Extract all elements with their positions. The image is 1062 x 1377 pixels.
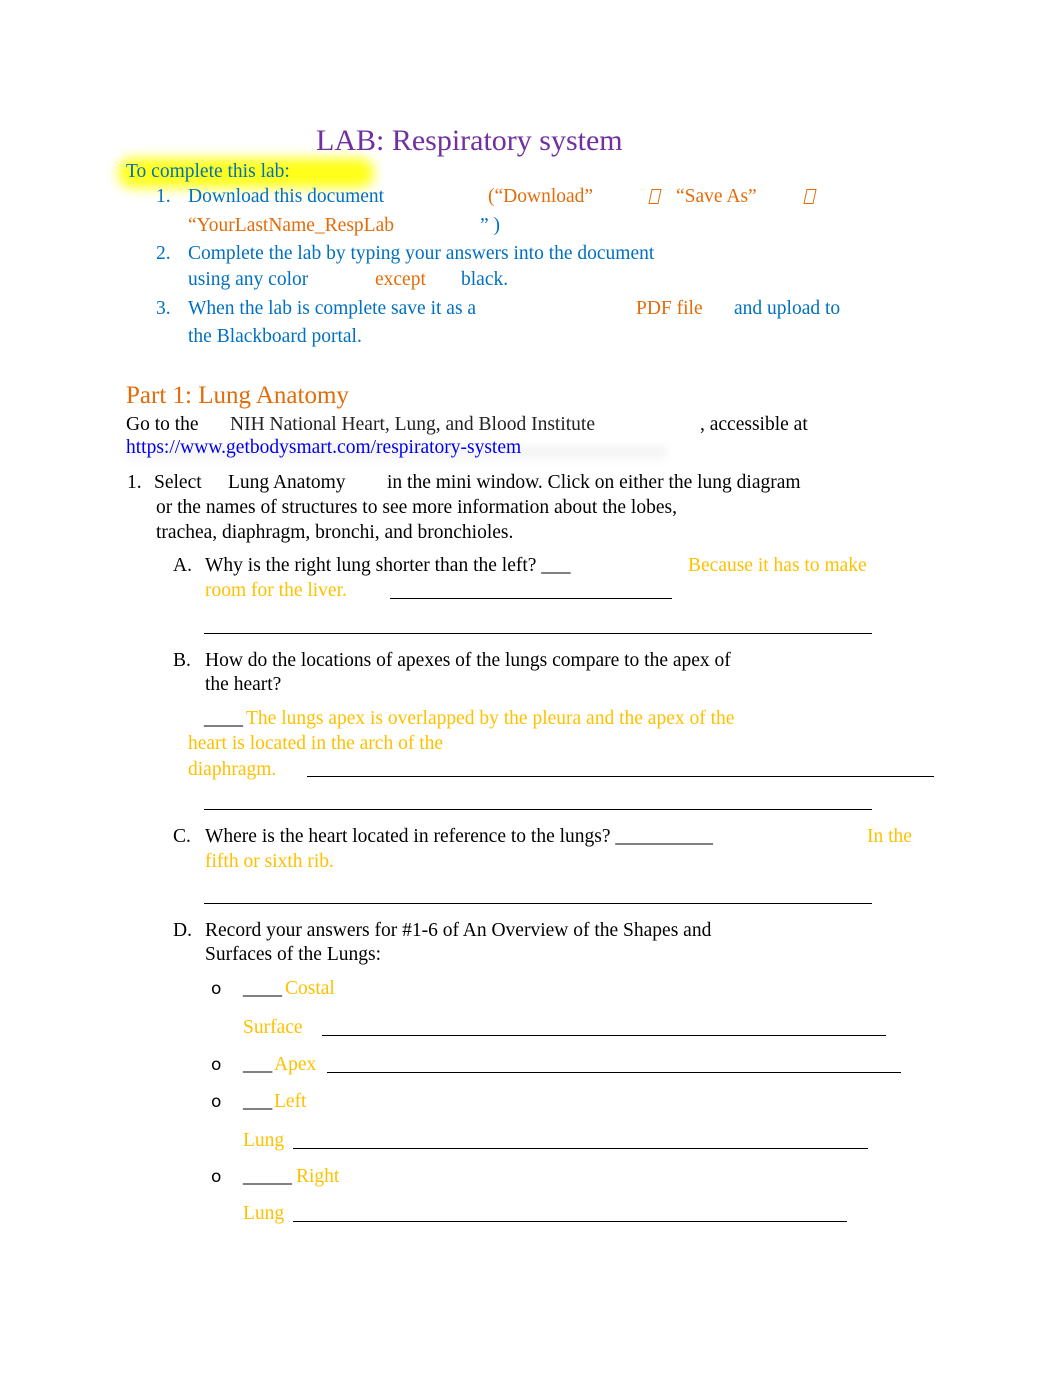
d-answer-1-line2[interactable]: Surface: [243, 1018, 303, 1038]
arrow-right-icon: [803, 189, 817, 210]
d-answer-2-line1[interactable]: Apex: [274, 1055, 316, 1075]
d-answer-3-line1[interactable]: Left: [274, 1092, 306, 1112]
bullet-icon: o: [211, 979, 222, 999]
answer-line: [204, 617, 872, 639]
d-answer-4-line1[interactable]: Right: [296, 1167, 339, 1187]
question-d-letter: D.: [173, 920, 192, 941]
part1-intro-institute: NIH National Heart, Lung, and Blood Inst…: [230, 414, 596, 435]
d-answer-1-line1[interactable]: Costal: [285, 979, 335, 999]
part1-intro-c: , accessible at: [700, 414, 808, 435]
d-answer-4-line2[interactable]: Lung: [243, 1204, 284, 1224]
question-b-line1: How do the locations of apexes of the lu…: [205, 650, 731, 671]
answer-b-line2[interactable]: heart is located in the arch of the: [188, 734, 443, 754]
question-c-letter: C.: [173, 826, 191, 847]
answer-line: [204, 887, 872, 909]
q1-line3: trachea, diaphragm, bronchi, and bronchi…: [156, 522, 514, 543]
question-a-letter: A.: [173, 555, 192, 576]
step-2-black: black.: [461, 269, 509, 290]
bullet-icon: o: [211, 1167, 222, 1187]
arrow-right-icon: [648, 189, 662, 210]
answer-line: [307, 760, 934, 782]
step-1-filename-close: ” ): [480, 215, 501, 236]
step-2-line2a: using any color: [188, 269, 309, 290]
q1-lung-anatomy: Lung Anatomy: [228, 472, 346, 493]
q1-select: Select: [154, 472, 202, 493]
step-2-except: except: [375, 269, 426, 290]
step-3-line1c: and upload to: [734, 298, 841, 319]
instructions-heading: To complete this lab:: [126, 161, 290, 182]
answer-b-prefix: ____: [204, 708, 243, 729]
question-d-line2: Surfaces of the Lungs:: [205, 944, 381, 965]
d-answer-4-prefix: _____: [243, 1166, 292, 1187]
part1-intro-a: Go to the: [126, 414, 199, 435]
question-c-text: Where is the heart located in reference …: [205, 826, 713, 847]
answer-line: [327, 1056, 901, 1078]
step-3-line2: the Blackboard portal.: [188, 326, 362, 347]
step-1-download: (“Download”: [488, 186, 594, 207]
answer-a-line2[interactable]: room for the liver.: [205, 581, 347, 601]
question-b-letter: B.: [173, 650, 191, 671]
d-answer-3-prefix: ___: [243, 1091, 273, 1112]
bullet-icon: o: [211, 1092, 222, 1112]
step-1-save-as: “Save As”: [676, 186, 757, 207]
step-1-filename: “YourLastName_RespLab: [188, 215, 394, 236]
step-2-number: 2.: [156, 243, 171, 264]
question-b-line2: the heart?: [205, 674, 282, 695]
page-title: LAB: Respiratory system: [316, 124, 623, 157]
answer-b-line1[interactable]: The lungs apex is overlapped by the pleu…: [246, 709, 734, 729]
answer-line: [204, 793, 872, 815]
answer-c-line1[interactable]: In the: [867, 827, 912, 847]
answer-line: [293, 1132, 868, 1154]
answer-line: [293, 1205, 847, 1227]
q1-line1c: in the mini window. Click on either the …: [387, 472, 801, 493]
answer-c-line2[interactable]: fifth or sixth rib.: [205, 852, 334, 872]
answer-b-line3[interactable]: diaphragm.: [188, 760, 276, 780]
answer-line: [390, 583, 672, 604]
bullet-icon: o: [211, 1055, 222, 1075]
answer-a-line1[interactable]: Because it has to make: [688, 556, 867, 576]
step-3-pdf-file: PDF file: [636, 298, 703, 319]
step-1-text: Download this document: [188, 186, 385, 207]
step-1-number: 1.: [156, 186, 171, 207]
step-2-line1: Complete the lab by typing your answers …: [188, 243, 655, 264]
d-answer-1-prefix: ____: [243, 978, 282, 999]
d-answer-3-line2[interactable]: Lung: [243, 1131, 284, 1151]
q1-number: 1.: [127, 472, 142, 493]
answer-line: [322, 1019, 886, 1041]
d-answer-2-prefix: ___: [243, 1054, 273, 1075]
step-3-line1a: When the lab is complete save it as a: [188, 298, 477, 319]
question-a-text: Why is the right lung shorter than the l…: [205, 555, 571, 576]
question-d-line1: Record your answers for #1-6 of An Overv…: [205, 920, 712, 941]
getbodysmart-link[interactable]: https://www.getbodysmart.com/respiratory…: [126, 438, 521, 458]
part1-heading: Part 1: Lung Anatomy: [126, 382, 349, 409]
step-3-number: 3.: [156, 298, 171, 319]
q1-line2: or the names of structures to see more i…: [156, 497, 677, 518]
